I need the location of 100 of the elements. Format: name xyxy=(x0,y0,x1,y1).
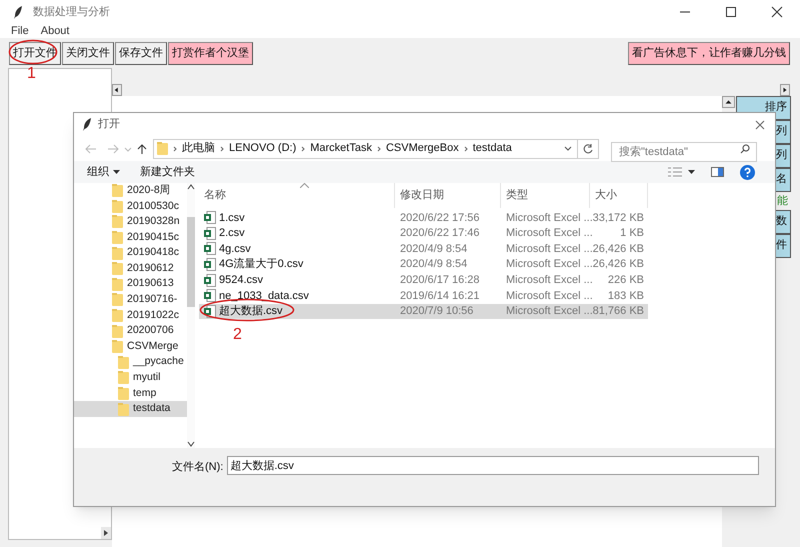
scroll-right-icon[interactable] xyxy=(780,84,790,96)
spreadsheet-file-icon xyxy=(204,289,216,302)
file-size: 33,172 KB xyxy=(592,210,645,226)
folder-tree-item[interactable]: myutil xyxy=(74,370,187,386)
file-date: 2020/4/9 8:54 xyxy=(399,242,468,257)
close-icon[interactable] xyxy=(755,120,765,130)
file-row[interactable]: 9524.csv 2020/6/17 16:28 Microsoft Excel ... 226 KB xyxy=(199,272,648,288)
folder-icon xyxy=(118,356,129,369)
folder-icon xyxy=(157,142,168,155)
file-row[interactable]: 超大数据.csv 2020/7/9 10:56 Microsoft Excel ...81,766 KB xyxy=(199,304,648,320)
file-date: 2020/6/17 16:28 xyxy=(399,272,481,288)
folder-icon xyxy=(112,262,123,276)
folder-tree-item[interactable]: 20190613 xyxy=(74,276,187,292)
chevron-down-icon[interactable] xyxy=(563,144,573,152)
file-row[interactable]: ne_1033_data.csv 2019/6/14 16:21 Microsoft Excel ... 183 KB xyxy=(199,288,648,304)
breadcrumb-item[interactable]: MarcketTask xyxy=(310,140,372,157)
folder-tree-item[interactable]: 20190328n xyxy=(74,214,187,230)
caret-icon xyxy=(113,170,120,174)
folder-tree-item[interactable]: 20100530c xyxy=(74,198,187,214)
folder-tree-item[interactable]: temp xyxy=(74,386,187,402)
folder-tree-item[interactable]: 20190716- xyxy=(74,292,187,308)
folder-tree-item[interactable]: 2020-8周 xyxy=(74,183,187,199)
scroll-up-icon[interactable] xyxy=(187,183,195,191)
file-type: Microsoft Excel ... xyxy=(505,257,590,272)
feather-icon xyxy=(14,6,23,18)
feather-icon xyxy=(83,118,92,131)
scroll-down-icon[interactable] xyxy=(187,440,195,448)
vertical-scrollbar[interactable] xyxy=(187,183,195,448)
file-name: 1.csv xyxy=(219,210,245,226)
search-field[interactable]: 搜索"testdata" xyxy=(611,142,757,162)
folder-tree-item[interactable]: CSVMerge xyxy=(74,338,187,355)
annotation-ellipse xyxy=(8,39,58,65)
file-name: 4G流量大于0.csv xyxy=(219,256,304,272)
toolbar-button[interactable]: 关闭文件 xyxy=(62,42,114,64)
help-icon[interactable] xyxy=(740,164,755,180)
file-size: 183 KB xyxy=(606,288,645,304)
spreadsheet-file-icon xyxy=(204,226,216,240)
folder-icon xyxy=(112,184,123,198)
preview-pane-icon[interactable] xyxy=(711,167,724,177)
new-folder-button[interactable]: 新建文件夹 xyxy=(140,164,195,180)
folder-icon xyxy=(112,340,123,354)
file-row[interactable]: 4g.csv 2020/4/9 8:54 Microsoft Excel ...26,426 KB xyxy=(199,241,648,257)
file-size: 226 KB xyxy=(606,272,645,288)
file-date: 2020/6/22 17:46 xyxy=(399,226,481,242)
filename-label: 文件名(N): xyxy=(172,460,224,475)
up-arrow-icon[interactable] xyxy=(136,142,148,154)
folder-tree-item[interactable]: 20190415c xyxy=(74,230,187,246)
organize-menu-button[interactable]: 组织 xyxy=(87,164,120,180)
breadcrumb-item[interactable]: CSVMergeBox xyxy=(386,140,459,157)
file-name: 4g.csv xyxy=(219,242,251,257)
horizontal-scrollbar[interactable] xyxy=(112,84,790,96)
spreadsheet-file-icon xyxy=(204,242,216,256)
file-type: Microsoft Excel ... xyxy=(505,288,590,304)
spreadsheet-file-icon xyxy=(204,211,216,224)
toolbar-button[interactable]: 保存文件 xyxy=(115,42,167,64)
scroll-up-icon[interactable] xyxy=(722,96,735,108)
column-header[interactable]: 修改日期 xyxy=(395,183,501,208)
file-date: 2019/6/14 16:21 xyxy=(399,288,481,304)
column-header[interactable]: 名称 xyxy=(199,183,395,208)
scroll-left-icon[interactable] xyxy=(112,84,122,96)
folder-icon xyxy=(112,200,123,213)
window-title: 数据处理与分析 xyxy=(33,4,110,20)
folder-icon xyxy=(112,324,123,338)
folder-tree-item[interactable]: 20191022c xyxy=(74,308,187,324)
folder-icon xyxy=(118,371,129,384)
folder-tree-item[interactable]: __pycache xyxy=(74,354,187,370)
sort-caret-icon xyxy=(300,183,309,188)
column-header[interactable]: 类型 xyxy=(501,183,590,208)
folder-icon xyxy=(118,387,129,400)
file-row[interactable]: 4G流量大于0.csv 2020/4/9 8:54 Microsoft Excel ...26,426 KB xyxy=(199,256,648,272)
file-size: 81,766 KB xyxy=(592,304,645,320)
file-type: Microsoft Excel ... xyxy=(505,226,590,242)
folder-icon xyxy=(112,309,123,322)
column-header[interactable]: 大小 xyxy=(590,183,648,208)
ad-button[interactable]: 看广告休息下，让作者赚几分钱 xyxy=(628,42,790,64)
address-bar[interactable]: 此电脑 LENOVO (D:) MarcketTask CSVMergeBox testdata xyxy=(153,138,599,158)
breadcrumb-item[interactable]: LENOVO (D:) xyxy=(229,140,296,157)
folder-tree-item[interactable]: 20190418c xyxy=(74,245,187,261)
folder-tree-item[interactable]: 20200706 xyxy=(74,323,187,339)
file-name: ne_1033_data.csv xyxy=(219,288,309,304)
file-row[interactable]: 1.csv 2020/6/22 17:56 Microsoft Excel ...33,172 KB xyxy=(199,210,648,226)
breadcrumb-item[interactable]: 此电脑 xyxy=(182,140,215,157)
file-date: 2020/6/22 17:56 xyxy=(399,210,481,226)
file-date: 2020/7/9 10:56 xyxy=(399,304,474,320)
file-row[interactable]: 2.csv 2020/6/22 17:46 Microsoft Excel ... 1 KB xyxy=(199,226,648,242)
folder-icon xyxy=(112,215,123,228)
scroll-right-icon[interactable] xyxy=(101,527,111,539)
folder-icon xyxy=(112,231,123,244)
file-type: Microsoft Excel ... xyxy=(505,272,590,288)
folder-icon xyxy=(112,293,123,306)
file-size: 1 KB xyxy=(619,226,645,242)
view-options-icon[interactable] xyxy=(668,167,682,177)
toolbar-button[interactable]: 打赏作者个汉堡 xyxy=(168,42,253,64)
breadcrumb-item[interactable]: testdata xyxy=(472,140,512,157)
folder-tree-item[interactable]: 20190612 xyxy=(74,260,187,277)
folder-tree-item[interactable]: testdata xyxy=(74,401,187,417)
menu-item[interactable]: File xyxy=(11,22,29,40)
filename-field[interactable]: 超大数据.csv xyxy=(227,456,759,475)
menu-item[interactable]: About xyxy=(40,22,70,40)
caret-icon[interactable] xyxy=(688,170,695,174)
